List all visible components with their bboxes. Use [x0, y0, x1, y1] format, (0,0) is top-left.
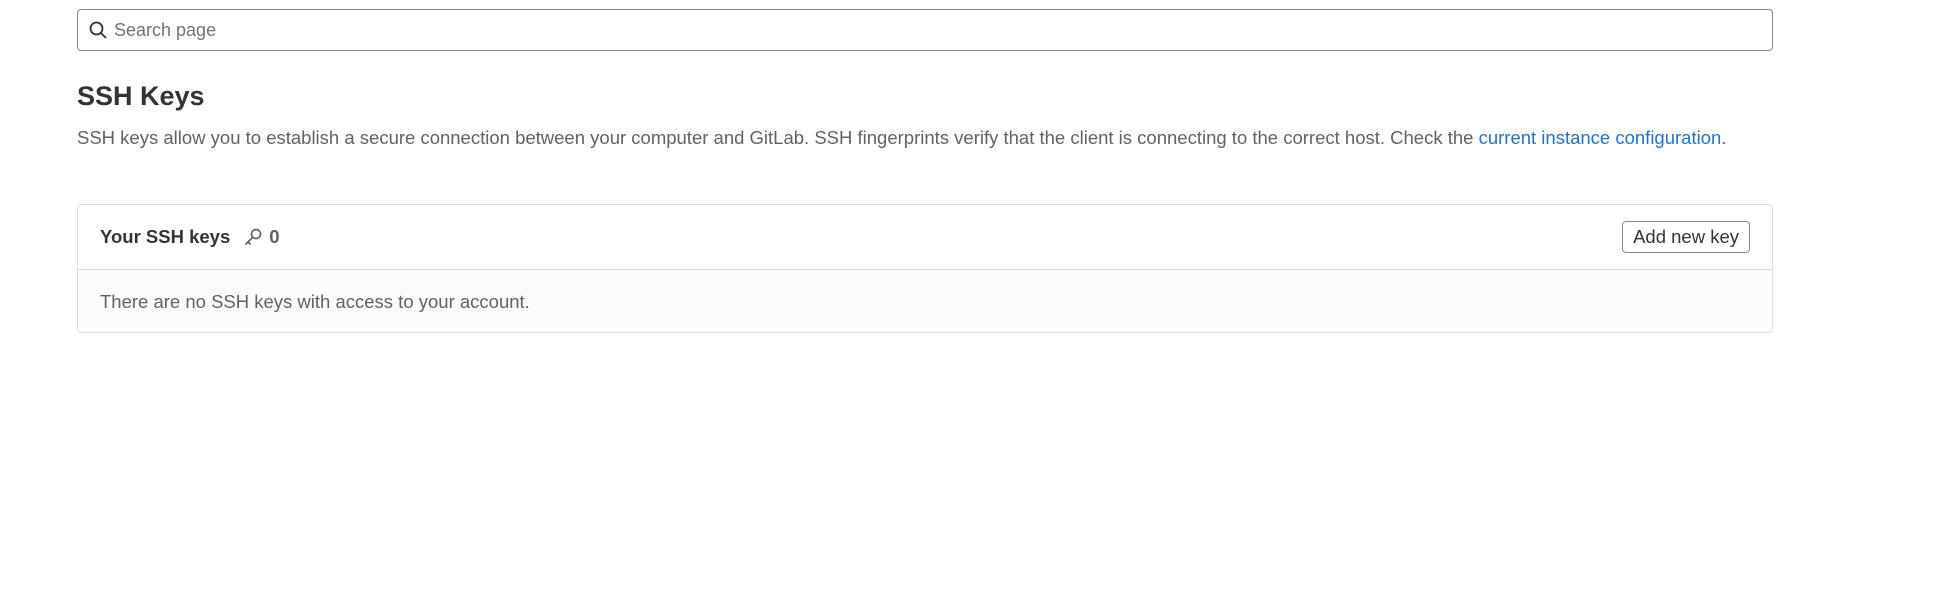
instance-configuration-link[interactable]: current instance configuration	[1479, 127, 1722, 148]
search-input[interactable]	[114, 10, 1772, 50]
empty-state-message: There are no SSH keys with access to you…	[100, 290, 530, 312]
ssh-keys-card-body: There are no SSH keys with access to you…	[78, 270, 1772, 332]
key-icon	[242, 226, 264, 248]
description-text: SSH keys allow you to establish a secure…	[77, 127, 1479, 148]
description-suffix: .	[1721, 127, 1727, 148]
ssh-key-count: 0	[242, 226, 280, 248]
search-box[interactable]	[77, 9, 1773, 51]
page-description: SSH keys allow you to establish a secure…	[77, 123, 1777, 152]
search-icon	[88, 20, 108, 40]
page-title: SSH Keys	[77, 81, 205, 111]
ssh-keys-card-title: Your SSH keys	[100, 226, 231, 247]
add-new-key-button[interactable]: Add new key	[1622, 221, 1750, 253]
ssh-keys-card: Your SSH keys 0 Add new key There are no…	[77, 204, 1773, 333]
ssh-keys-card-header: Your SSH keys 0 Add new key	[78, 205, 1772, 270]
ssh-key-count-value: 0	[269, 226, 280, 247]
